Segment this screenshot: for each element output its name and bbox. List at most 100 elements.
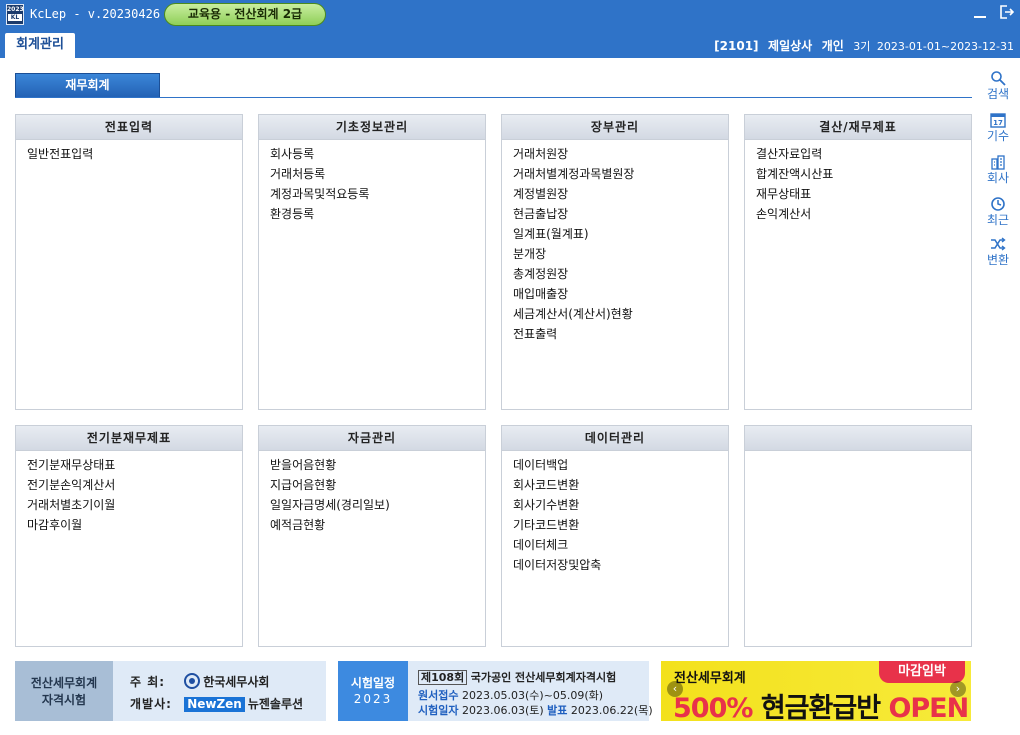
clock-icon [991,197,1005,211]
panel-basic-info: 기초정보관리 회사등록 거래처등록 계정과목및적요등록 환경등록 [258,114,486,410]
sidebar-recent-button[interactable]: 최근 [982,196,1014,227]
menu-item[interactable]: 거래처등록 [270,164,485,184]
sidebar-convert-label: 변환 [986,253,1010,267]
menu-item[interactable]: 매입매출장 [513,284,728,304]
panel-funds: 자금관리 받을어음현황 지급어음현황 일일자금명세(경리일보) 예적금현황 [258,425,486,647]
nts-logo-icon [184,673,201,689]
schedule-label-box: 시험일정 2023 [338,661,408,721]
minimize-icon [974,16,986,18]
panel-empty [744,425,972,647]
menu-item[interactable]: 예적금현황 [270,515,485,535]
menu-item[interactable]: 일일자금명세(경리일보) [270,495,485,515]
menu-list: 일반전표입력 [16,140,242,164]
schedule-headline: 제108회 국가공인 전산세무회계자격시험 [418,669,616,685]
calendar-icon: 17 [990,113,1006,128]
menu-item[interactable]: 회사등록 [270,144,485,164]
menu-item[interactable]: 회사코드변환 [513,475,728,495]
panel-title [745,426,971,451]
menu-item[interactable]: 거래처별초기이월 [27,495,242,515]
menu-item[interactable]: 전표출력 [513,324,728,344]
menu-item[interactable]: 분개장 [513,244,728,264]
logout-icon [1000,5,1015,19]
host-name: 한국세무사회 [203,675,270,689]
menu-item[interactable]: 세금계산서(계산서)현황 [513,304,728,324]
logout-button[interactable] [998,4,1015,24]
tab-bar: 회계관리 [2101] 제일상사 개인 3기 2023-01-01~2023-1… [0,30,1020,58]
result-date: 2023.06.22(목) [570,704,653,717]
promo-banner[interactable]: 전산세무회계 마감임박 500% 현금환급반 OPEN! ‹ › [661,661,971,721]
menu-item[interactable]: 기타코드변환 [513,515,728,535]
schedule-year: 2023 [353,692,393,706]
menu-item[interactable]: 데이터체크 [513,535,728,555]
menu-item[interactable]: 결산자료입력 [756,144,971,164]
menu-item[interactable]: 전기분재무상태표 [27,455,242,475]
menu-list: 거래처원장 거래처별계정과목별원장 계정별원장 현금출납장 일계표(월계표) 분… [502,140,728,344]
sidebar-company-button[interactable]: 회사 [982,154,1014,185]
promo-top-text: 전산세무회계 [674,671,746,686]
menu-item[interactable]: 환경등록 [270,204,485,224]
promo-headline: 500% 현금환급반 OPEN! [673,686,971,721]
exam-round: 제108회 [418,670,468,685]
apply-row: 원서접수 2023.05.03(수)~05.09(화) [418,687,603,703]
menu-item[interactable]: 합계잔액시산표 [756,164,971,184]
menu-item[interactable]: 받을어음현황 [270,455,485,475]
company-type: 개인 [821,39,844,53]
panel-title: 전기분재무제표 [16,426,242,451]
menu-item[interactable]: 재무상태표 [756,184,971,204]
chevron-right-icon: › [955,682,961,695]
company-name: 제일상사 [768,39,813,53]
menu-item[interactable]: 거래처별계정과목별원장 [513,164,728,184]
menu-item[interactable]: 일계표(월계표) [513,224,728,244]
developer-label: 개발사: [130,697,172,711]
exam-schedule-banner[interactable]: 시험일정 2023 제108회 국가공인 전산세무회계자격시험 원서접수 202… [338,661,653,721]
deadline-badge: 마감임박 [879,661,965,683]
sidebar-company-label: 회사 [986,171,1010,185]
apply-dates: 2023.05.03(수)~05.09(화) [461,689,604,702]
menu-item[interactable]: 지급어음현황 [270,475,485,495]
menu-item[interactable]: 마감후이월 [27,515,242,535]
result-label: 발표 [547,704,568,717]
menu-item[interactable]: 계정과목및적요등록 [270,184,485,204]
panel-ledger: 장부관리 거래처원장 거래처별계정과목별원장 계정별원장 현금출납장 일계표(월… [501,114,729,410]
section-tab-financial[interactable]: 재무회계 [15,73,160,98]
menu-item[interactable]: 손익계산서 [756,204,971,224]
menu-item[interactable]: 현금출납장 [513,204,728,224]
sidebar-recent-label: 최근 [986,213,1010,227]
menu-item[interactable]: 회사기수변환 [513,495,728,515]
panel-title: 자금관리 [259,426,485,451]
menu-item[interactable]: 데이터저장및압축 [513,555,728,575]
edition-badge: 교육용 - 전산회계 2급 [164,3,326,26]
menu-list: 결산자료입력 합계잔액시산표 재무상태표 손익계산서 [745,140,971,224]
app-title: KcLep - v.20230426 [30,7,161,21]
menu-list: 전기분재무상태표 전기분손익계산서 거래처별초기이월 마감후이월 [16,451,242,535]
exam-date-row: 시험일자 2023.06.03(토) 발표 2023.06.22(목) [418,702,653,718]
company-code: [2101] [714,39,759,53]
menu-item[interactable]: 일반전표입력 [27,144,242,164]
panel-closing-statements: 결산/재무제표 결산자료입력 합계잔액시산표 재무상태표 손익계산서 [744,114,972,410]
sidebar-search-label: 검색 [986,87,1010,101]
newzen-logo: NewZen [184,697,245,712]
panel-title: 기초정보관리 [259,115,485,140]
host-label: 주 최: [130,675,166,689]
promo-next-button[interactable]: › [950,681,966,697]
menu-item[interactable]: 총계정원장 [513,264,728,284]
tab-accounting[interactable]: 회계관리 [5,33,75,58]
title-bar: 2023 KL KcLep - v.20230426 교육용 - 전산회계 2급 [0,0,1020,30]
building-icon [991,155,1005,170]
sidebar-period-label: 기수 [986,129,1010,143]
exam-date-label: 시험일자 [418,704,459,717]
sidebar-convert-button[interactable]: 변환 [982,236,1014,267]
menu-item[interactable]: 데이터백업 [513,455,728,475]
menu-item[interactable]: 계정별원장 [513,184,728,204]
sidebar-period-button[interactable]: 17 기수 [982,112,1014,143]
sidebar-search-button[interactable]: 검색 [982,70,1014,101]
minimize-button[interactable] [972,4,988,24]
exam-banner-title: 전산세무회계 자격시험 [15,661,113,721]
promo-prev-button[interactable]: ‹ [667,681,683,697]
exam-info-banner[interactable]: 전산세무회계 자격시험 주 최: 한국세무사회 개발사: NewZen 뉴젠솔루션 [15,661,326,721]
menu-item[interactable]: 전기분손익계산서 [27,475,242,495]
fiscal-period: 3기 [853,40,871,53]
host-row: 주 최: 한국세무사회 [130,673,269,690]
menu-item[interactable]: 거래처원장 [513,144,728,164]
menu-list: 받을어음현황 지급어음현황 일일자금명세(경리일보) 예적금현황 [259,451,485,535]
